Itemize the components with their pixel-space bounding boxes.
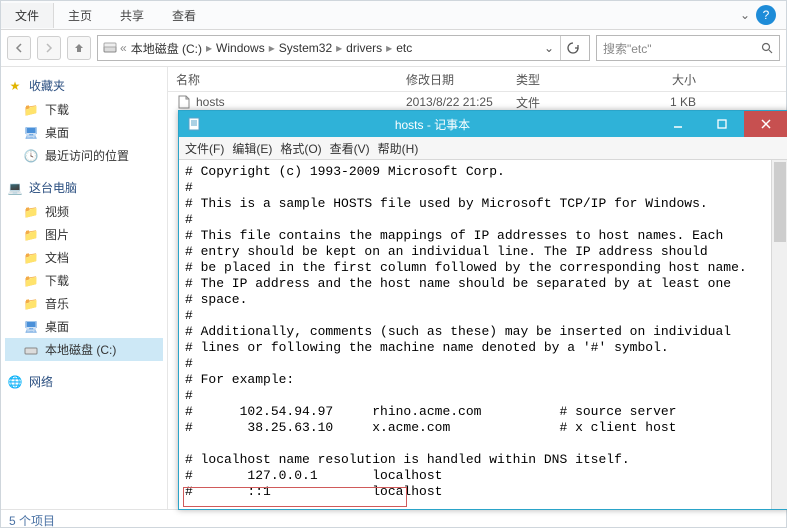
notepad-icon xyxy=(185,115,203,133)
sidebar-item-music[interactable]: 📁 音乐 xyxy=(5,292,163,315)
col-name[interactable]: 名称 xyxy=(176,71,406,88)
tab-file[interactable]: 文件 xyxy=(1,3,54,28)
search-input[interactable]: 搜索"etc" xyxy=(596,35,780,61)
breadcrumb-seg-3[interactable]: drivers xyxy=(344,41,384,55)
nav-forward-button[interactable] xyxy=(37,36,61,60)
sidebar-item-label: 图片 xyxy=(45,226,69,243)
file-name: hosts xyxy=(196,95,225,109)
recent-icon: 🕓 xyxy=(23,149,39,163)
col-date[interactable]: 修改日期 xyxy=(406,71,516,88)
sidebar-head-label: 网络 xyxy=(29,373,53,390)
sidebar-thispc-head[interactable]: 💻 这台电脑 xyxy=(5,175,163,200)
sidebar-item-label: 下载 xyxy=(45,101,69,118)
computer-icon: 💻 xyxy=(7,181,23,195)
sidebar-item-downloads-2[interactable]: 📁 下载 xyxy=(5,269,163,292)
nav-back-button[interactable] xyxy=(7,36,31,60)
col-size[interactable]: 大小 xyxy=(616,71,726,88)
notepad-title: hosts - 记事本 xyxy=(209,116,656,133)
chevron-down-icon[interactable]: ⌄ xyxy=(734,8,756,22)
drive-icon xyxy=(23,343,39,357)
menu-edit[interactable]: 编辑(E) xyxy=(232,140,272,157)
folder-icon: 📁 xyxy=(23,205,39,219)
chevron-right-icon: ▸ xyxy=(386,41,392,55)
tab-share[interactable]: 共享 xyxy=(106,3,158,28)
address-bar-row: « 本地磁盘 (C:) ▸ Windows ▸ System32 ▸ drive… xyxy=(1,30,786,67)
column-headers: 名称 修改日期 类型 大小 xyxy=(168,67,786,92)
notepad-menubar: 文件(F) 编辑(E) 格式(O) 查看(V) 帮助(H) xyxy=(179,137,787,160)
chevron-right-icon: ▸ xyxy=(206,41,212,55)
search-placeholder: 搜索"etc" xyxy=(603,40,652,57)
sidebar-item-desktop-2[interactable]: 🖥 桌面 xyxy=(5,315,163,338)
folder-icon: 📁 xyxy=(23,274,39,288)
desktop-icon: 🖥 xyxy=(23,126,39,140)
chevron-right-icon: ▸ xyxy=(336,41,342,55)
window-controls xyxy=(656,111,787,137)
refresh-button[interactable] xyxy=(560,36,585,60)
sidebar-item-desktop[interactable]: 🖥 桌面 xyxy=(5,121,163,144)
chevron-right-icon: ▸ xyxy=(269,41,275,55)
menu-file[interactable]: 文件(F) xyxy=(185,140,224,157)
tab-view[interactable]: 查看 xyxy=(158,3,210,28)
navigation-pane: ★ 收藏夹 📁 下载 🖥 桌面 🕓 最近访问的位置 💻 这台电脑 📁 xyxy=(1,67,168,509)
drive-icon xyxy=(102,41,118,55)
notepad-text-area[interactable]: # Copyright (c) 1993-2009 Microsoft Corp… xyxy=(179,160,787,509)
sidebar-item-pictures[interactable]: 📁 图片 xyxy=(5,223,163,246)
sidebar-item-documents[interactable]: 📁 文档 xyxy=(5,246,163,269)
close-button[interactable] xyxy=(744,111,787,137)
sidebar-item-label: 桌面 xyxy=(45,318,69,335)
file-row-hosts[interactable]: hosts 2013/8/22 21:25 文件 1 KB xyxy=(168,92,786,112)
folder-icon: 📁 xyxy=(23,297,39,311)
folder-icon: 📁 xyxy=(23,251,39,265)
notepad-titlebar[interactable]: hosts - 记事本 xyxy=(179,111,787,137)
sidebar-head-label: 这台电脑 xyxy=(29,179,77,196)
sidebar-item-local-disk-c[interactable]: 本地磁盘 (C:) xyxy=(5,338,163,361)
breadcrumb-seg-2[interactable]: System32 xyxy=(277,41,334,55)
folder-icon: 📁 xyxy=(23,228,39,242)
sidebar-network-head[interactable]: 🌐 网络 xyxy=(5,369,163,394)
desktop-icon: 🖥 xyxy=(23,320,39,334)
status-bar: 5 个项目 xyxy=(1,509,786,530)
breadcrumb-seg-1[interactable]: Windows xyxy=(214,41,267,55)
sidebar-item-label: 最近访问的位置 xyxy=(45,147,129,164)
address-bar[interactable]: « 本地磁盘 (C:) ▸ Windows ▸ System32 ▸ drive… xyxy=(97,35,590,61)
nav-up-button[interactable] xyxy=(67,36,91,60)
breadcrumb-seg-4[interactable]: etc xyxy=(394,41,414,55)
status-text: 5 个项目 xyxy=(9,512,55,529)
sidebar-item-downloads[interactable]: 📁 下载 xyxy=(5,98,163,121)
star-icon: ★ xyxy=(7,79,23,93)
sidebar-item-label: 视频 xyxy=(45,203,69,220)
col-type[interactable]: 类型 xyxy=(516,71,616,88)
scrollbar-thumb[interactable] xyxy=(774,162,786,242)
sidebar-head-label: 收藏夹 xyxy=(29,77,65,94)
sidebar-item-label: 本地磁盘 (C:) xyxy=(45,341,116,358)
file-date: 2013/8/22 21:25 xyxy=(406,95,516,109)
search-icon xyxy=(761,42,773,54)
network-icon: 🌐 xyxy=(7,375,23,389)
menu-view[interactable]: 查看(V) xyxy=(330,140,370,157)
sidebar-item-videos[interactable]: 📁 视频 xyxy=(5,200,163,223)
minimize-button[interactable] xyxy=(656,111,700,137)
sidebar-item-label: 文档 xyxy=(45,249,69,266)
file-icon xyxy=(176,95,192,109)
sidebar-favorites-head[interactable]: ★ 收藏夹 xyxy=(5,73,163,98)
sidebar-item-recent[interactable]: 🕓 最近访问的位置 xyxy=(5,144,163,167)
sidebar-item-label: 音乐 xyxy=(45,295,69,312)
tab-home[interactable]: 主页 xyxy=(54,3,106,28)
notepad-window: hosts - 记事本 文件(F) 编辑(E) 格式(O) 查看(V) 帮助(H… xyxy=(178,110,787,510)
sidebar-item-label: 桌面 xyxy=(45,124,69,141)
breadcrumb-chevrons: « xyxy=(120,41,127,55)
notepad-body-wrap: # Copyright (c) 1993-2009 Microsoft Corp… xyxy=(179,160,787,509)
scrollbar[interactable] xyxy=(771,160,787,509)
menu-help[interactable]: 帮助(H) xyxy=(378,140,419,157)
address-dropdown-icon[interactable]: ⌄ xyxy=(540,41,558,55)
sidebar-item-label: 下载 xyxy=(45,272,69,289)
help-button[interactable]: ? xyxy=(756,5,776,25)
menu-format[interactable]: 格式(O) xyxy=(280,140,321,157)
maximize-button[interactable] xyxy=(700,111,744,137)
file-size: 1 KB xyxy=(616,95,726,109)
breadcrumb-seg-0[interactable]: 本地磁盘 (C:) xyxy=(129,40,204,57)
file-type: 文件 xyxy=(516,94,616,111)
folder-icon: 📁 xyxy=(23,103,39,117)
ribbon-tabs: 文件 主页 共享 查看 ⌄ ? xyxy=(1,1,786,30)
